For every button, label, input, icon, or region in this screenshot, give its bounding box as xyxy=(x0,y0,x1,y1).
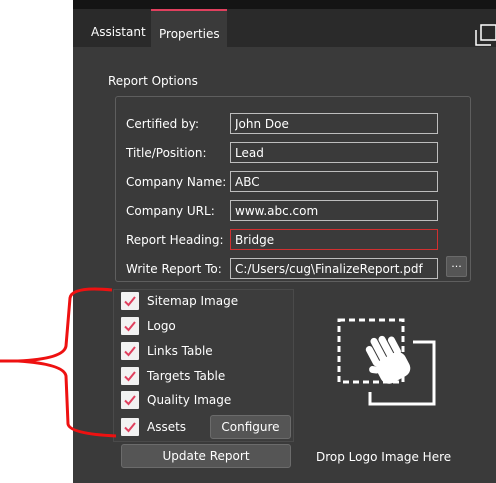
write-report-to-field[interactable] xyxy=(230,258,438,279)
targets-table-label: Targets Table xyxy=(147,369,226,383)
checkmark-icon[interactable] xyxy=(121,342,139,360)
checkmark-icon[interactable] xyxy=(121,317,139,335)
company-url-field[interactable] xyxy=(230,200,438,221)
certified-by-field[interactable] xyxy=(230,113,438,134)
quality-image-checkbox[interactable]: Quality Image xyxy=(121,390,231,410)
annotation-bracket xyxy=(0,287,117,438)
assets-checkbox[interactable]: Assets xyxy=(121,417,186,437)
report-heading-field[interactable] xyxy=(230,229,438,250)
browse-button[interactable]: ... xyxy=(446,256,467,277)
report-options-title: Report Options xyxy=(108,74,198,88)
title-position-label: Title/Position: xyxy=(126,146,207,160)
configure-button[interactable]: Configure xyxy=(210,415,291,439)
assets-label: Assets xyxy=(147,420,187,434)
links-table-label: Links Table xyxy=(147,344,213,358)
panel-titlebar xyxy=(73,0,496,9)
checkmark-icon[interactable] xyxy=(121,367,139,385)
write-report-to-label: Write Report To: xyxy=(126,262,222,276)
undock-icon[interactable] xyxy=(474,23,496,47)
sitemap-image-label: Sitemap Image xyxy=(147,294,239,308)
logo-checkbox[interactable]: Logo xyxy=(121,316,176,336)
tab-assistant[interactable]: Assistant xyxy=(83,9,155,47)
sitemap-image-checkbox[interactable]: Sitemap Image xyxy=(121,291,238,311)
company-name-field[interactable] xyxy=(230,171,438,192)
checkmark-icon[interactable] xyxy=(121,391,139,409)
drag-hand-icon xyxy=(333,314,441,408)
company-url-label: Company URL: xyxy=(126,204,215,218)
update-report-button[interactable]: Update Report xyxy=(121,444,291,468)
certified-by-label: Certified by: xyxy=(126,117,199,131)
report-heading-label: Report Heading: xyxy=(126,233,224,247)
tab-properties[interactable]: Properties xyxy=(151,9,227,47)
links-table-checkbox[interactable]: Links Table xyxy=(121,341,213,361)
tab-bar: Assistant Properties xyxy=(73,9,496,47)
checkmark-icon[interactable] xyxy=(121,418,139,436)
quality-image-label: Quality Image xyxy=(147,393,232,407)
checkmark-icon[interactable] xyxy=(121,292,139,310)
drop-logo-label: Drop Logo Image Here xyxy=(316,450,452,464)
logo-label: Logo xyxy=(147,319,176,333)
company-name-label: Company Name: xyxy=(126,175,227,189)
targets-table-checkbox[interactable]: Targets Table xyxy=(121,366,225,386)
title-position-field[interactable] xyxy=(230,142,438,163)
